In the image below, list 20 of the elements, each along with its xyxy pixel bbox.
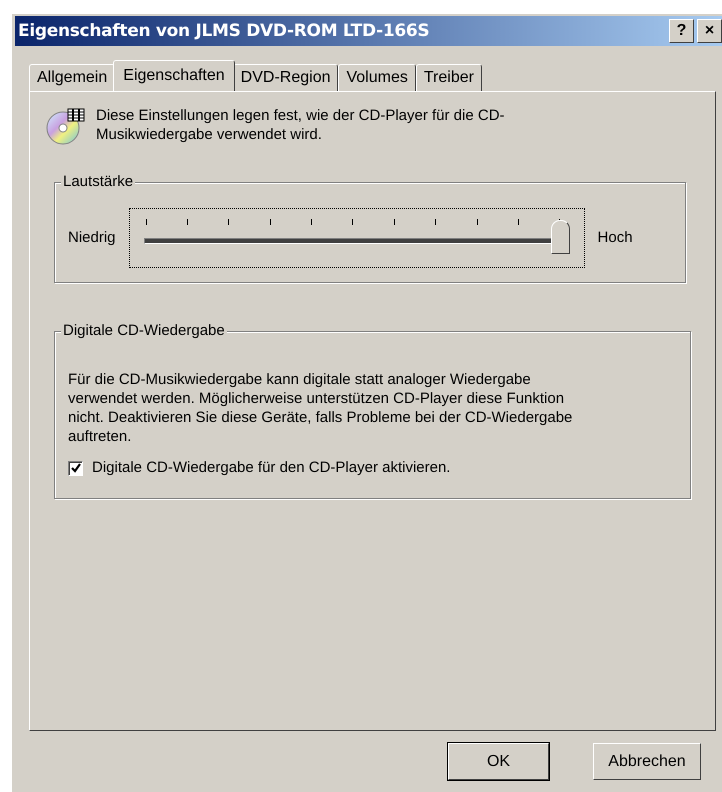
tab[interactable]: Eigenschaften bbox=[113, 60, 235, 91]
checkbox-label[interactable]: Digitale CD-Wiedergabe für den CD-Player aktivieren. bbox=[92, 459, 450, 477]
description-text: Diese Einstellungen legen fest, wie der CD-Player für die CD-Musikwiedergabe verwendet wird. bbox=[96, 106, 506, 144]
window-title: Eigenschaften von JLMS DVD-ROM LTD-166S bbox=[18, 21, 430, 41]
help-button[interactable]: ? bbox=[669, 19, 694, 43]
ok-button[interactable]: OK bbox=[448, 743, 549, 780]
checkbox[interactable] bbox=[68, 460, 83, 476]
tab[interactable]: DVD-Region bbox=[232, 64, 338, 91]
volume-slider[interactable] bbox=[128, 208, 585, 268]
tab[interactable]: Treiber bbox=[416, 64, 482, 91]
group-title: Digitale CD-Wiedergabe bbox=[61, 322, 227, 340]
slider-label: Niedrig bbox=[68, 229, 116, 247]
slider-thumb[interactable] bbox=[550, 220, 570, 254]
close-button[interactable]: × bbox=[697, 19, 722, 43]
cd-music-icon bbox=[46, 106, 86, 146]
tab[interactable]: Volumes bbox=[338, 64, 416, 91]
tab[interactable]: Allgemein bbox=[29, 64, 116, 91]
description-text: Für die CD-Musikwiedergabe kann digitale statt analoger Wiedergabe verwendet werden. Möglicherweise unterstützen CD-Player diese Funktion nicht. Deaktivieren Sie diese Geräte, falls Probleme bei der CD-Wiedergabe auftreten. bbox=[68, 370, 574, 446]
cancel-button[interactable]: Abbrechen bbox=[593, 743, 701, 780]
slider-label: Hoch bbox=[598, 229, 633, 247]
